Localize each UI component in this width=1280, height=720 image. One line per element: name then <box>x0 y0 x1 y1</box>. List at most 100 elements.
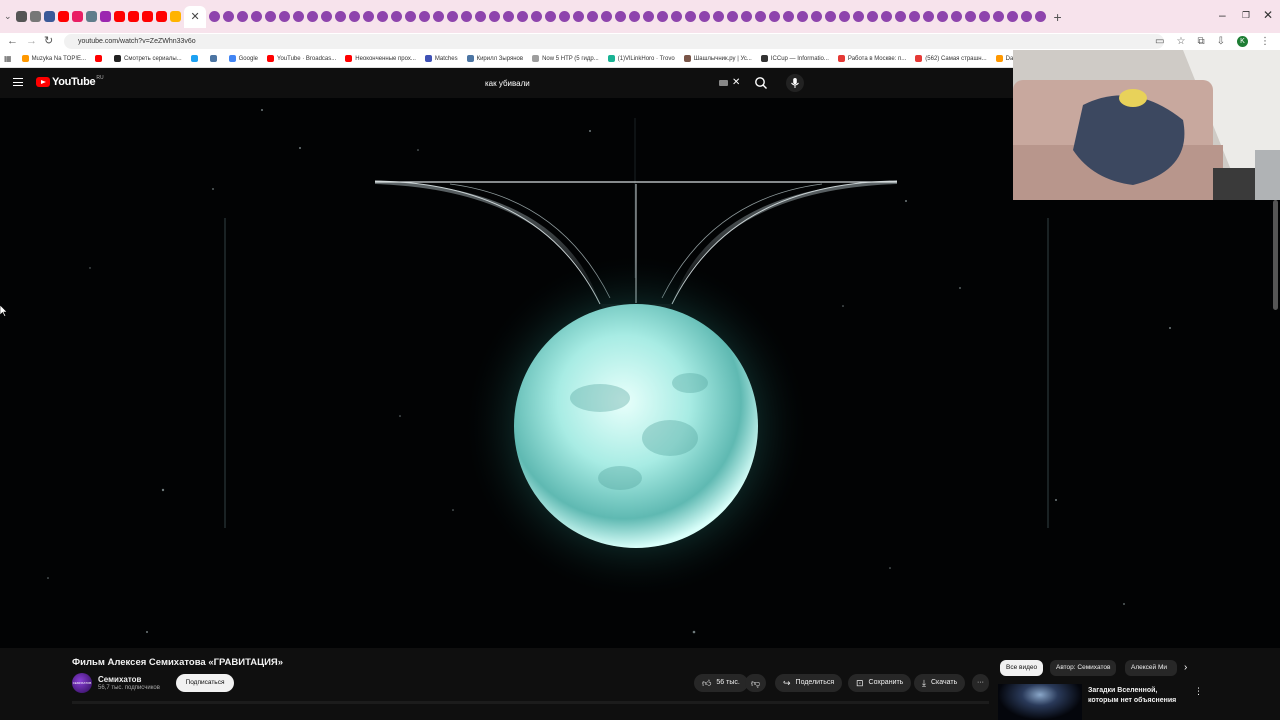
apps-grid-icon[interactable]: ▦ <box>4 54 12 63</box>
tab-favicon[interactable] <box>461 11 473 22</box>
recommendation-title[interactable]: Загадки Вселенной, которым нет объяснени… <box>1088 686 1188 706</box>
tab-favicon[interactable] <box>335 11 347 22</box>
active-tab-close-icon[interactable]: ✕ <box>184 5 207 28</box>
tab-favicon[interactable] <box>923 11 935 22</box>
tab-favicon[interactable] <box>727 11 739 22</box>
minimize-icon[interactable]: – <box>1219 8 1226 22</box>
downloads-icon[interactable]: ⇩ <box>1217 33 1225 50</box>
tab-favicon[interactable] <box>853 11 865 22</box>
tab-favicon[interactable] <box>559 11 571 22</box>
bookmark-item[interactable]: (1)VlLinkHoro · Trovo <box>607 55 675 62</box>
restore-icon[interactable]: ❐ <box>1242 10 1250 21</box>
tab-favicon[interactable] <box>321 11 333 22</box>
tab-favicon[interactable] <box>937 11 949 22</box>
new-tab-icon[interactable]: + <box>1054 9 1062 25</box>
tab-favicon[interactable] <box>1035 11 1047 22</box>
tab-favicon[interactable] <box>209 11 221 22</box>
recommendation-menu-icon[interactable]: ⋮ <box>1194 686 1203 697</box>
bookmark-item[interactable] <box>190 55 201 62</box>
tab-favicon[interactable] <box>30 11 42 22</box>
tab-favicon[interactable] <box>643 11 655 22</box>
bookmark-item[interactable]: Кирилл Зырянов <box>466 55 523 62</box>
tab-favicon[interactable] <box>545 11 557 22</box>
tab-favicon[interactable] <box>100 11 112 22</box>
tab-favicon[interactable] <box>391 11 403 22</box>
bookmark-item[interactable] <box>209 55 220 62</box>
tab-favicon[interactable] <box>265 11 277 22</box>
tab-favicon[interactable] <box>965 11 977 22</box>
tab-favicon[interactable] <box>797 11 809 22</box>
close-window-icon[interactable]: ✕ <box>1263 8 1273 22</box>
tab-favicon[interactable] <box>895 11 907 22</box>
search-input[interactable]: как убивали <box>477 76 745 91</box>
tab-favicon[interactable] <box>587 11 599 22</box>
page-scrollbar[interactable] <box>1273 200 1278 310</box>
bookmark-item[interactable]: ICCup — Informatio... <box>760 55 829 62</box>
tab-favicon[interactable] <box>237 11 249 22</box>
bookmark-star-icon[interactable]: ☆ <box>1177 33 1186 50</box>
bookmark-item[interactable]: Работа в Москве: п... <box>837 55 906 62</box>
tab-favicon[interactable] <box>433 11 445 22</box>
tab-favicon[interactable] <box>601 11 613 22</box>
tab-favicon[interactable] <box>839 11 851 22</box>
tab-favicon[interactable] <box>363 11 375 22</box>
tab-favicon[interactable] <box>503 11 515 22</box>
chevron-right-icon[interactable]: › <box>1184 662 1187 673</box>
tab-favicon[interactable] <box>685 11 697 22</box>
tab-favicon[interactable] <box>657 11 669 22</box>
browser-menu-icon[interactable]: ⋮ <box>1260 33 1270 50</box>
tab-favicon[interactable] <box>993 11 1005 22</box>
bookmark-item[interactable]: Неоконченные прох... <box>345 55 416 62</box>
tab-favicon[interactable] <box>713 11 725 22</box>
tab-favicon[interactable] <box>615 11 627 22</box>
tab-favicon[interactable] <box>223 11 235 22</box>
menu-icon[interactable] <box>13 78 23 86</box>
back-icon[interactable]: ← <box>7 33 18 50</box>
tab-favicon[interactable] <box>86 11 98 22</box>
clear-search-icon[interactable]: ✕ <box>732 77 740 88</box>
tab-favicon[interactable] <box>867 11 879 22</box>
bookmark-item[interactable]: Matches <box>424 55 458 62</box>
subscribe-button[interactable]: Подписаться <box>176 674 234 692</box>
chip-all-videos[interactable]: Все видео <box>1000 660 1044 676</box>
recommendation-thumbnail[interactable] <box>998 684 1082 720</box>
channel-name[interactable]: Семихатов <box>98 675 141 684</box>
tab-favicon[interactable] <box>405 11 417 22</box>
dislike-button[interactable]: 👎︎ <box>745 674 767 692</box>
tab-favicon[interactable] <box>156 11 168 22</box>
tab-favicon[interactable] <box>811 11 823 22</box>
url-field[interactable]: youtube.com/watch?v=ZeZWhn33v6o <box>64 34 1164 49</box>
bookmark-item[interactable]: (562) Самая страшн... <box>915 55 987 62</box>
tab-favicon[interactable] <box>1021 11 1033 22</box>
youtube-logo[interactable]: YouTube RU <box>36 75 104 88</box>
chip-author[interactable]: Автор: Семихатов <box>1050 660 1117 676</box>
keyboard-icon[interactable] <box>719 80 728 86</box>
chip-aleksei[interactable]: Алексей Ми <box>1125 660 1177 676</box>
tab-favicon[interactable] <box>573 11 585 22</box>
tab-favicon[interactable] <box>979 11 991 22</box>
cast-icon[interactable]: ▭ <box>1155 33 1164 50</box>
tab-favicon[interactable] <box>251 11 263 22</box>
tab-favicon[interactable] <box>629 11 641 22</box>
bookmark-item[interactable]: YouTube · Broadcas... <box>267 55 336 62</box>
tab-favicon[interactable] <box>531 11 543 22</box>
tab-favicon[interactable] <box>951 11 963 22</box>
bookmark-item[interactable]: Muzyka Na TOP!E... <box>21 55 86 62</box>
tab-favicon[interactable] <box>699 11 711 22</box>
tab-favicon[interactable] <box>44 11 56 22</box>
channel-avatar[interactable]: СЕМИХАТОВ <box>72 673 92 693</box>
extensions-icon[interactable]: ⧉ <box>1197 33 1204 50</box>
tab-favicon[interactable] <box>769 11 781 22</box>
tab-favicon[interactable] <box>825 11 837 22</box>
forward-icon[interactable]: → <box>26 33 37 50</box>
tab-favicon[interactable] <box>377 11 389 22</box>
like-button[interactable]: 👍︎ 56 тыс. <box>694 674 748 692</box>
tab-favicon[interactable] <box>142 11 154 22</box>
bookmark-item[interactable] <box>95 55 105 62</box>
mic-icon[interactable] <box>786 74 804 92</box>
tab-favicon[interactable] <box>447 11 459 22</box>
bookmark-item[interactable]: Now 5 HTP (5 гидр... <box>532 55 599 62</box>
bookmark-item[interactable]: Смотреть сериалы... <box>114 55 182 62</box>
download-button[interactable]: ⤓ Скачать <box>914 674 966 692</box>
tab-favicon[interactable] <box>72 11 84 22</box>
